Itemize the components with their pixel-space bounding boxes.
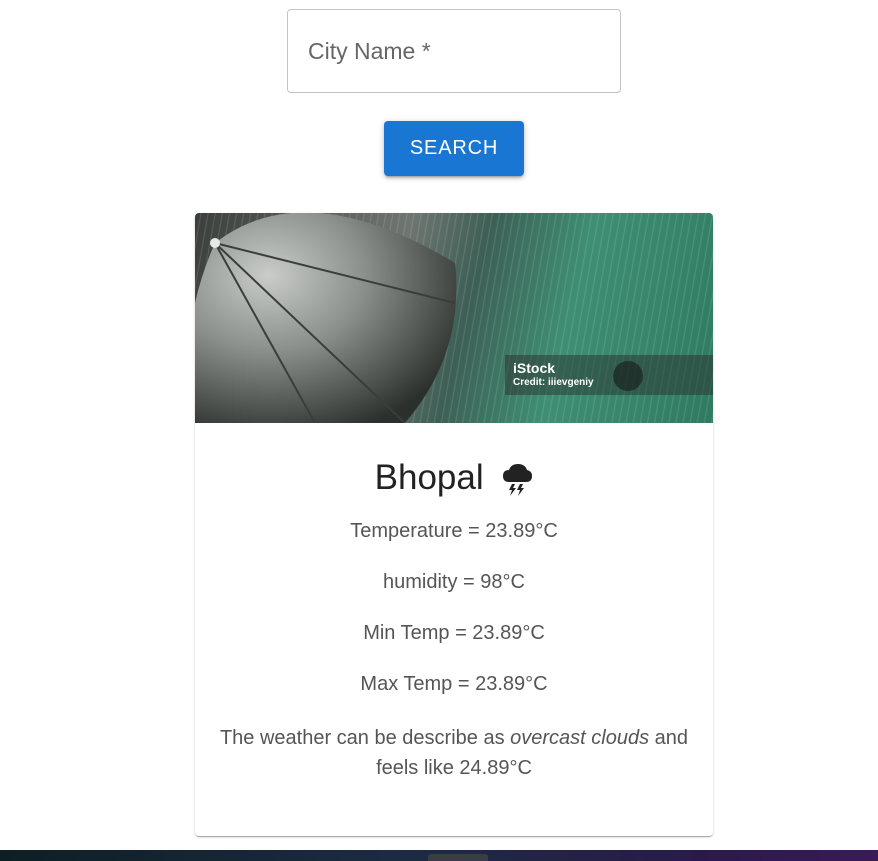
watermark-credit: Credit: iiievgeniy xyxy=(513,377,594,388)
city-title: Bhopal xyxy=(195,456,713,500)
umbrella-graphic xyxy=(195,213,457,423)
max-temp-text: Max Temp = 23.89°C xyxy=(360,673,548,695)
watermark-circle-icon xyxy=(613,361,643,391)
city-name: Bhopal xyxy=(374,458,484,497)
description-prefix: The weather can be describe as xyxy=(219,727,511,749)
istock-watermark: iStock Credit: iiievgeniy xyxy=(505,355,713,395)
city-name-input[interactable] xyxy=(288,10,620,92)
city-name-field[interactable] xyxy=(287,9,621,93)
thunderstorm-cloud-icon xyxy=(503,463,533,496)
description-condition: overcast clouds xyxy=(510,727,650,749)
weather-description: The weather can be describe as overcast … xyxy=(215,723,693,783)
watermark-brand: iStock xyxy=(513,360,556,376)
min-temp-text: Min Temp = 23.89°C xyxy=(363,622,545,644)
humidity-text: humidity = 98°C xyxy=(383,571,525,593)
taskbar-tab[interactable] xyxy=(428,854,488,861)
page: SEARCH iStock Credit: i xyxy=(0,0,878,861)
weather-card: iStock Credit: iiievgeniy Bhopal Tempera… xyxy=(195,213,713,836)
rain-umbrella-image: iStock Credit: iiievgeniy xyxy=(195,213,713,423)
search-button[interactable]: SEARCH xyxy=(384,121,524,176)
temperature-text: Temperature = 23.89°C xyxy=(350,520,558,542)
